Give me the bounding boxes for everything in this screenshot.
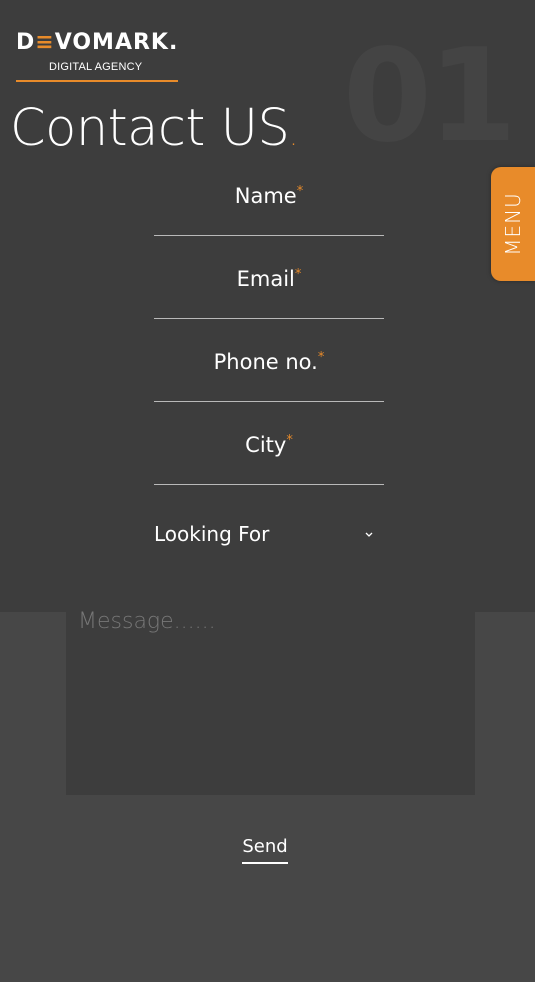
chevron-down-icon [364,528,374,542]
looking-for-select[interactable]: Looking For [154,522,384,552]
menu-button[interactable]: MENU [491,167,535,281]
required-marker: * [294,267,302,282]
logo-underline [16,80,178,82]
message-textarea[interactable]: Message...... [66,599,475,795]
phone-field[interactable]: Phone no.* [154,350,384,374]
logo-accent-mark: ≡ [35,30,55,55]
menu-label: MENU [501,192,525,256]
required-marker: * [286,433,293,448]
message-placeholder: Message...... [78,609,216,634]
name-field[interactable]: Name* [154,184,384,208]
required-marker: * [296,184,304,199]
page-title: Contact US. [10,98,298,168]
required-marker: * [317,350,325,365]
phone-label: Phone no. [213,350,318,374]
send-button[interactable]: Send [242,836,288,864]
city-field[interactable]: City* [154,433,384,457]
logo-letter: D [16,30,36,55]
city-label: City [245,433,287,457]
logo-wordmark: D≡VOMARK. [16,30,178,56]
section-number: 01 [342,22,517,171]
looking-for-label: Looking For [154,522,270,546]
email-field[interactable]: Email* [154,267,384,291]
logo-rest: VOMARK. [54,30,179,55]
brand-logo[interactable]: D≡VOMARK. DIGITAL AGENCY [16,30,178,82]
name-field-underline [154,235,384,236]
phone-field-underline [154,401,384,402]
name-label: Name [234,184,297,208]
title-dot: . [289,122,298,152]
email-field-underline [154,318,384,319]
email-label: Email [236,267,295,291]
logo-tagline: DIGITAL AGENCY [49,61,143,73]
page-title-text: Contact US [10,99,290,158]
city-field-underline [154,484,384,485]
